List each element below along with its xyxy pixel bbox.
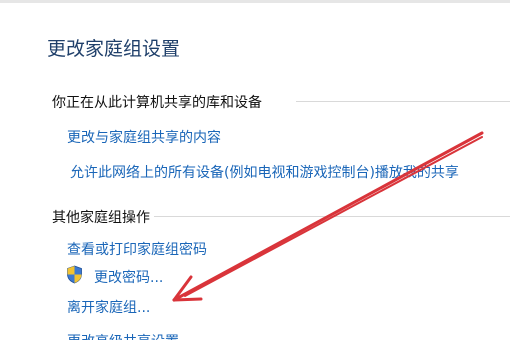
change-password-link[interactable]: 更改密码... — [94, 267, 163, 287]
section-divider-other-actions — [154, 216, 510, 217]
arrowhead — [172, 275, 203, 302]
change-advanced-sharing-link[interactable]: 更改高级共享设置 — [67, 331, 179, 340]
page-title: 更改家庭组设置 — [47, 38, 181, 60]
window-top-edge — [0, 0, 510, 3]
section-heading-sharing: 你正在从此计算机共享的库和设备 — [52, 95, 262, 111]
change-shared-content-link[interactable]: 更改与家庭组共享的内容 — [67, 127, 221, 147]
view-print-password-link[interactable]: 查看或打印家庭组密码 — [67, 239, 207, 259]
leave-homegroup-link[interactable]: 离开家庭组... — [67, 297, 150, 317]
allow-devices-stream-link[interactable]: 允许此网络上的所有设备(例如电视和游戏控制台)播放我的共享 — [70, 162, 459, 182]
section-divider-sharing — [296, 101, 510, 102]
homegroup-settings-window: 更改家庭组设置 你正在从此计算机共享的库和设备 更改与家庭组共享的内容 允许此网… — [0, 0, 510, 340]
section-heading-other-actions: 其他家庭组操作 — [52, 210, 150, 226]
uac-shield-icon — [67, 265, 82, 284]
